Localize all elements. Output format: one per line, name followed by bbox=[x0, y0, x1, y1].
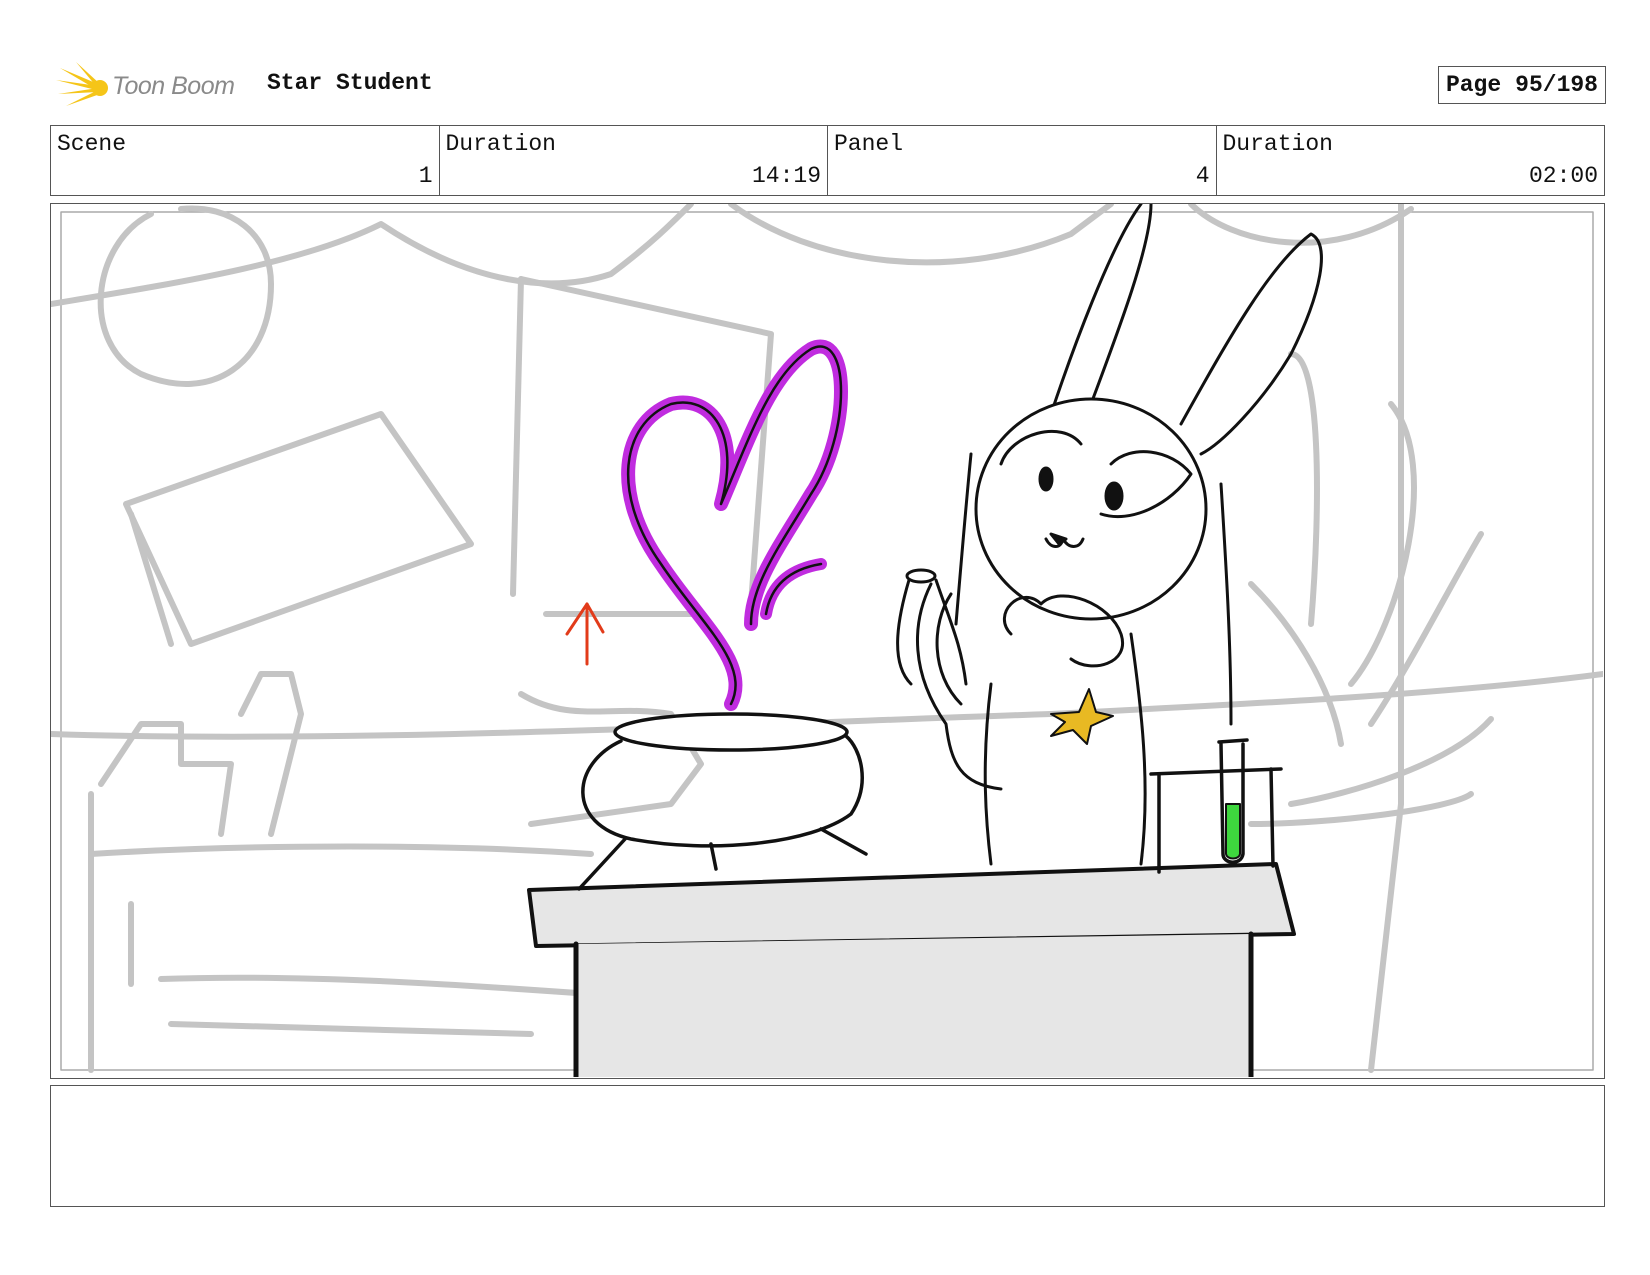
scene-duration-value: 14:19 bbox=[751, 163, 821, 189]
panel-info-row: Scene 1 Duration 14:19 Panel 4 Duration … bbox=[50, 125, 1605, 196]
scene-value: 1 bbox=[418, 163, 433, 189]
page-number: 95/198 bbox=[1515, 72, 1598, 98]
heart-smoke bbox=[621, 339, 848, 711]
panel-duration-label: Duration bbox=[1222, 131, 1333, 157]
sunburst-icon bbox=[56, 62, 108, 106]
panel-duration-cell: Duration 02:00 bbox=[1217, 126, 1605, 195]
panel-notes-box[interactable] bbox=[50, 1085, 1605, 1207]
star-badge-icon bbox=[1050, 688, 1114, 745]
scene-duration-cell: Duration 14:19 bbox=[440, 126, 828, 195]
panel-cell: Panel 4 bbox=[828, 126, 1217, 195]
lab-desk bbox=[527, 862, 1296, 1077]
scene-duration-label: Duration bbox=[445, 131, 556, 157]
toon-boom-logo: Toon Boom bbox=[54, 58, 254, 114]
panel-label: Panel bbox=[834, 131, 904, 157]
panel-value: 4 bbox=[1195, 163, 1210, 189]
test-tube-rack bbox=[1149, 738, 1283, 874]
logo-text: Toon Boom bbox=[112, 72, 235, 100]
project-title: Star Student bbox=[267, 70, 433, 96]
storyboard-panel-image bbox=[50, 203, 1605, 1079]
scene-label: Scene bbox=[57, 131, 127, 157]
page-label: Page bbox=[1445, 72, 1502, 98]
page-indicator: Page 95/198 bbox=[1437, 66, 1606, 104]
scene-cell: Scene 1 bbox=[51, 126, 440, 195]
bunny-character bbox=[896, 204, 1323, 866]
cauldron bbox=[577, 712, 868, 891]
storyboard-header: Toon Boom Star Student Page 95/198 bbox=[50, 52, 1606, 116]
panel-duration-value: 02:00 bbox=[1528, 163, 1598, 189]
